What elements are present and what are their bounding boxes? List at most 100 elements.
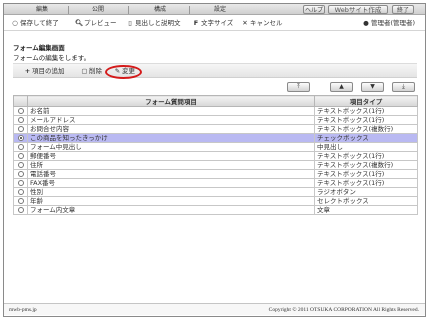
quit-button[interactable]: 終了 bbox=[392, 5, 414, 14]
row-radio-cell[interactable] bbox=[13, 160, 28, 170]
tab-publish[interactable]: 公開 bbox=[78, 6, 118, 14]
type-cell: テキストボックス(1行) bbox=[314, 169, 418, 179]
question-cell: メールアドレス bbox=[27, 115, 315, 125]
plus-icon: + bbox=[24, 67, 31, 75]
toolbar: ○ 保存して終了 🔍︎プレビュー ▯ 見出しと説明文 F 文字サイズ ✕ キャンセル ●… bbox=[4, 16, 425, 31]
header-question: フォーム質問項目 bbox=[27, 95, 315, 107]
delete-button[interactable]: ▢削除 bbox=[81, 67, 102, 76]
question-cell: この商品を知ったきっかけ bbox=[27, 133, 315, 143]
tab-structure[interactable]: 構成 bbox=[140, 6, 180, 14]
radio-button[interactable] bbox=[17, 135, 24, 141]
row-radio-cell[interactable] bbox=[13, 142, 28, 152]
copyright: Copyright © 2011 OTSUKA CORPORATION All … bbox=[268, 307, 419, 313]
radio-button[interactable] bbox=[17, 108, 24, 114]
table-row[interactable]: 年齢 セレクトボックス bbox=[13, 196, 418, 206]
admin-label: 管理者(管理者) bbox=[371, 19, 416, 27]
table-row[interactable]: 住所 テキストボックス(複数行) bbox=[13, 160, 418, 170]
circle-icon: ○ bbox=[12, 19, 18, 27]
arrow-down-icon: ▼ bbox=[370, 83, 375, 90]
user-icon: ● bbox=[363, 19, 369, 27]
radio-button[interactable] bbox=[17, 189, 24, 195]
font-icon: F bbox=[193, 19, 199, 27]
page-title: フォーム編集画面 bbox=[13, 44, 65, 52]
move-up-button[interactable]: ▲ bbox=[330, 82, 353, 92]
move-down-button[interactable]: ▼ bbox=[361, 82, 384, 92]
row-radio-cell[interactable] bbox=[13, 124, 28, 134]
radio-button[interactable] bbox=[17, 171, 24, 177]
save-label: 保存して終了 bbox=[20, 19, 59, 27]
radio-button[interactable] bbox=[17, 198, 24, 204]
question-cell: 年齢 bbox=[27, 196, 315, 206]
radio-button[interactable] bbox=[17, 117, 24, 123]
table-row[interactable]: フォーム内文章 文章 bbox=[13, 205, 418, 215]
tab-settings[interactable]: 設定 bbox=[200, 6, 240, 14]
arrow-up-icon: ▲ bbox=[339, 83, 344, 90]
close-icon: ✕ bbox=[242, 19, 248, 27]
cancel-button[interactable]: ✕ キャンセル bbox=[241, 19, 283, 28]
question-cell: FAX番号 bbox=[27, 178, 315, 188]
table-row[interactable]: フォーム中見出し 中見出し bbox=[13, 142, 418, 152]
table-row[interactable]: お名前 テキストボックス(1行) bbox=[13, 106, 418, 116]
table-row[interactable]: 郵便番号 テキストボックス(1行) bbox=[13, 151, 418, 161]
type-cell: ラジオボタン bbox=[314, 187, 418, 197]
top-menu-bar: 編集 公開 構成 設定 ヘルプ Webサイト作成 終了 bbox=[4, 4, 425, 15]
header-type: 項目タイプ bbox=[314, 95, 418, 107]
fontsize-label: 文字サイズ bbox=[201, 19, 234, 27]
type-cell: テキストボックス(複数行) bbox=[314, 160, 418, 170]
row-radio-cell[interactable] bbox=[13, 133, 28, 143]
admin-user[interactable]: ● 管理者(管理者) bbox=[362, 19, 415, 28]
type-cell: セレクトボックス bbox=[314, 196, 418, 206]
app-window: 編集 公開 構成 設定 ヘルプ Webサイト作成 終了 ○ 保存して終了 🔍︎プレ… bbox=[3, 3, 426, 317]
question-cell: お問合せ内容 bbox=[27, 124, 315, 134]
table-row[interactable]: 性別 ラジオボタン bbox=[13, 187, 418, 197]
trash-icon: ▢ bbox=[81, 67, 88, 75]
cancel-label: キャンセル bbox=[250, 19, 283, 27]
highlight-circle bbox=[105, 65, 142, 79]
question-cell: 電話番号 bbox=[27, 169, 315, 179]
add-label: 項目の追加 bbox=[32, 67, 65, 75]
delete-label: 削除 bbox=[89, 67, 102, 75]
move-to-top-button[interactable]: ⤒ bbox=[287, 82, 310, 92]
table-row[interactable]: メールアドレス テキストボックス(1行) bbox=[13, 115, 418, 125]
radio-button[interactable] bbox=[17, 126, 24, 132]
type-cell: 中見出し bbox=[314, 142, 418, 152]
font-size-button[interactable]: F 文字サイズ bbox=[192, 19, 234, 28]
radio-button[interactable] bbox=[17, 153, 24, 159]
table-row[interactable]: お問合せ内容 テキストボックス(複数行) bbox=[13, 124, 418, 134]
table-row[interactable]: FAX番号 テキストボックス(1行) bbox=[13, 178, 418, 188]
move-to-bottom-button[interactable]: ⤓ bbox=[392, 82, 415, 92]
radio-button[interactable] bbox=[17, 180, 24, 186]
web-site-create-button[interactable]: Webサイト作成 bbox=[328, 5, 388, 14]
form-items-table: フォーム質問項目 項目タイプ お名前 テキストボックス(1行) メールアドレス テキス… bbox=[13, 95, 418, 215]
preview-button[interactable]: 🔍︎プレビュー bbox=[75, 19, 117, 28]
radio-button[interactable] bbox=[17, 162, 24, 168]
row-radio-cell[interactable] bbox=[13, 196, 28, 206]
radio-button[interactable] bbox=[17, 207, 24, 213]
move-top-icon: ⤒ bbox=[297, 83, 300, 90]
row-radio-cell[interactable] bbox=[13, 178, 28, 188]
row-radio-cell[interactable] bbox=[13, 187, 28, 197]
table-row[interactable]: この商品を知ったきっかけ チェックボックス bbox=[13, 133, 418, 143]
heading-description-button[interactable]: ▯ 見出しと説明文 bbox=[126, 19, 180, 28]
help-button[interactable]: ヘルプ bbox=[303, 5, 325, 14]
question-cell: 性別 bbox=[27, 187, 315, 197]
add-item-button[interactable]: + 項目の追加 bbox=[24, 67, 65, 76]
row-radio-cell[interactable] bbox=[13, 205, 28, 215]
type-cell: テキストボックス(1行) bbox=[314, 115, 418, 125]
question-cell: フォーム中見出し bbox=[27, 142, 315, 152]
type-cell: チェックボックス bbox=[314, 133, 418, 143]
row-radio-cell[interactable] bbox=[13, 151, 28, 161]
row-radio-cell[interactable] bbox=[13, 115, 28, 125]
table-row[interactable]: 電話番号 テキストボックス(1行) bbox=[13, 169, 418, 179]
type-cell: テキストボックス(1行) bbox=[314, 106, 418, 116]
radio-button[interactable] bbox=[17, 144, 24, 150]
item-actions-bar: + 項目の追加 ▢削除 ✎ 変更 bbox=[13, 63, 417, 78]
footer-link[interactable]: mwb-pms.jp bbox=[9, 307, 37, 313]
type-cell: テキストボックス(複数行) bbox=[314, 124, 418, 134]
row-radio-cell[interactable] bbox=[13, 169, 28, 179]
row-radio-cell[interactable] bbox=[13, 106, 28, 116]
magnifier-icon: 🔍︎ bbox=[75, 19, 84, 27]
tab-edit[interactable]: 編集 bbox=[22, 6, 62, 14]
document-icon: ▯ bbox=[128, 19, 132, 27]
save-and-exit-button[interactable]: ○ 保存して終了 bbox=[11, 19, 59, 28]
